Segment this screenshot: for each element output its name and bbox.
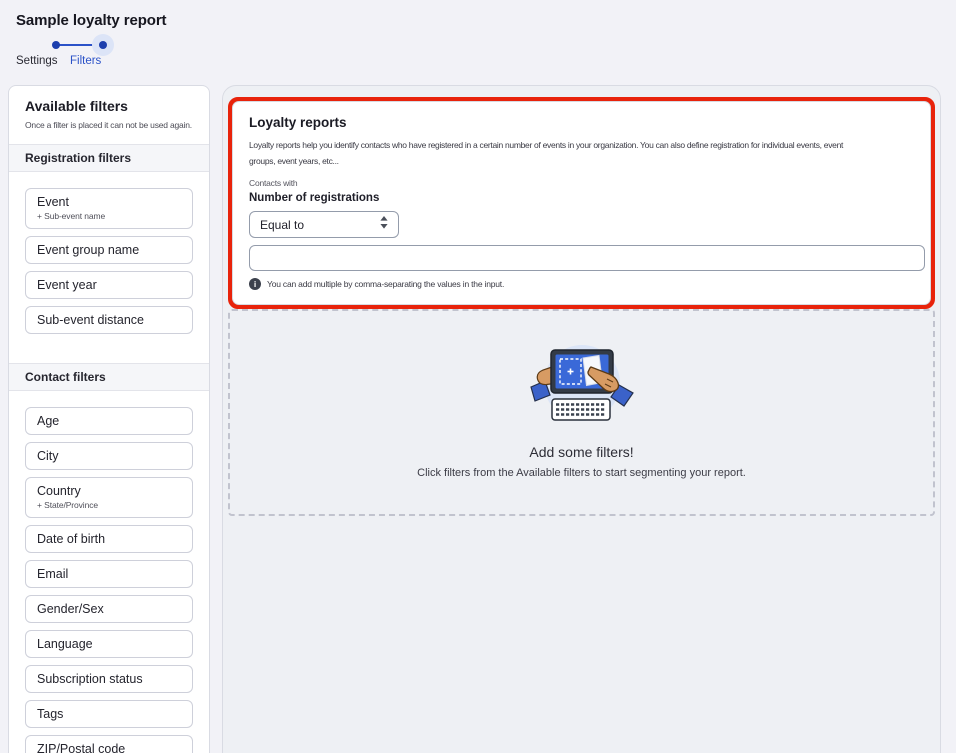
filter-item-label: Language [37,636,181,652]
filter-item-label: Email [37,566,181,582]
page-title: Sample loyalty report [16,12,216,29]
filter-item-label: Sub-event distance [37,312,181,328]
filter-item-label: Age [37,413,181,429]
hint-text: You can add multiple by comma-separating… [267,279,504,289]
filter-item-gender-sex[interactable]: Gender/Sex [25,595,193,623]
filter-item-sublabel: + State/Province [37,499,181,512]
step-dot-filters[interactable] [99,41,107,49]
contact-filter-list: Age City Country + State/Province Date o… [9,391,209,753]
loyalty-card-description: Loyalty reports help you identify contac… [249,137,914,169]
filter-item-country[interactable]: Country + State/Province [25,477,193,518]
loyalty-card-description-line: groups, event years, etc... [249,153,914,169]
tab-settings[interactable]: Settings [16,55,58,67]
filter-item-sub-event-distance[interactable]: Sub-event distance [25,306,193,334]
loyalty-card-title: Loyalty reports [249,115,914,130]
report-builder-panel: Loyalty reports Loyalty reports help you… [222,85,941,753]
filters-drop-zone[interactable]: Add some filters! Click filters from the… [228,309,935,516]
loyalty-card-description-line: Loyalty reports help you identify contac… [249,137,914,153]
operator-select[interactable]: Equal to [249,211,399,238]
filter-item-email[interactable]: Email [25,560,193,588]
tab-filters[interactable]: Filters [70,55,101,67]
operator-select-value: Equal to [260,218,304,232]
section-header-registration-filters: Registration filters [9,144,209,172]
tablet-drag-filter-illustration [230,341,933,436]
filter-item-subscription-status[interactable]: Subscription status [25,665,193,693]
filter-item-sublabel: + Sub-event name [37,210,181,223]
registration-filter-list: Event + Sub-event name Event group name … [9,172,209,363]
filter-item-event-year[interactable]: Event year [25,271,193,299]
contacts-with-label: Contacts with [249,178,914,188]
filter-item-label: Date of birth [37,531,181,547]
filter-item-zip-postal-code[interactable]: ZIP/Postal code [25,735,193,753]
filter-item-city[interactable]: City [25,442,193,470]
wizard-stepper: Settings Filters [16,35,216,69]
filter-item-label: Subscription status [37,671,181,687]
filter-item-tags[interactable]: Tags [25,700,193,728]
available-filters-sidebar: Available filters Once a filter is place… [8,85,210,753]
filter-item-event[interactable]: Event + Sub-event name [25,188,193,229]
filter-item-label: Gender/Sex [37,601,181,617]
filter-item-language[interactable]: Language [25,630,193,658]
filter-item-label: Event year [37,277,181,293]
select-updown-arrows-icon [380,216,388,234]
registrations-value-input[interactable] [249,245,925,271]
empty-state-title: Add some filters! [230,444,933,460]
filter-item-label: Country [37,483,181,499]
filter-item-date-of-birth[interactable]: Date of birth [25,525,193,553]
report-header: Sample loyalty report Settings Filters [16,12,216,69]
sidebar-title: Available filters [25,98,193,114]
section-header-contact-filters: Contact filters [9,363,209,391]
filter-item-label: Event group name [37,242,181,258]
number-of-registrations-label: Number of registrations [249,192,914,204]
empty-state-description: Click filters from the Available filters… [230,467,933,479]
filter-item-event-group-name[interactable]: Event group name [25,236,193,264]
filter-item-label: Tags [37,706,181,722]
sidebar-subtitle: Once a filter is placed it can not be us… [25,119,197,132]
step-dot-settings[interactable] [52,41,60,49]
hint-row: You can add multiple by comma-separating… [249,278,914,290]
loyalty-reports-card: Loyalty reports Loyalty reports help you… [232,101,931,305]
filter-item-label: City [37,448,181,464]
info-icon [249,278,261,290]
filter-item-age[interactable]: Age [25,407,193,435]
sidebar-header: Available filters Once a filter is place… [9,86,209,144]
highlighted-region: Loyalty reports Loyalty reports help you… [228,97,935,309]
filter-item-label: Event [37,194,181,210]
filter-item-label: ZIP/Postal code [37,741,181,753]
